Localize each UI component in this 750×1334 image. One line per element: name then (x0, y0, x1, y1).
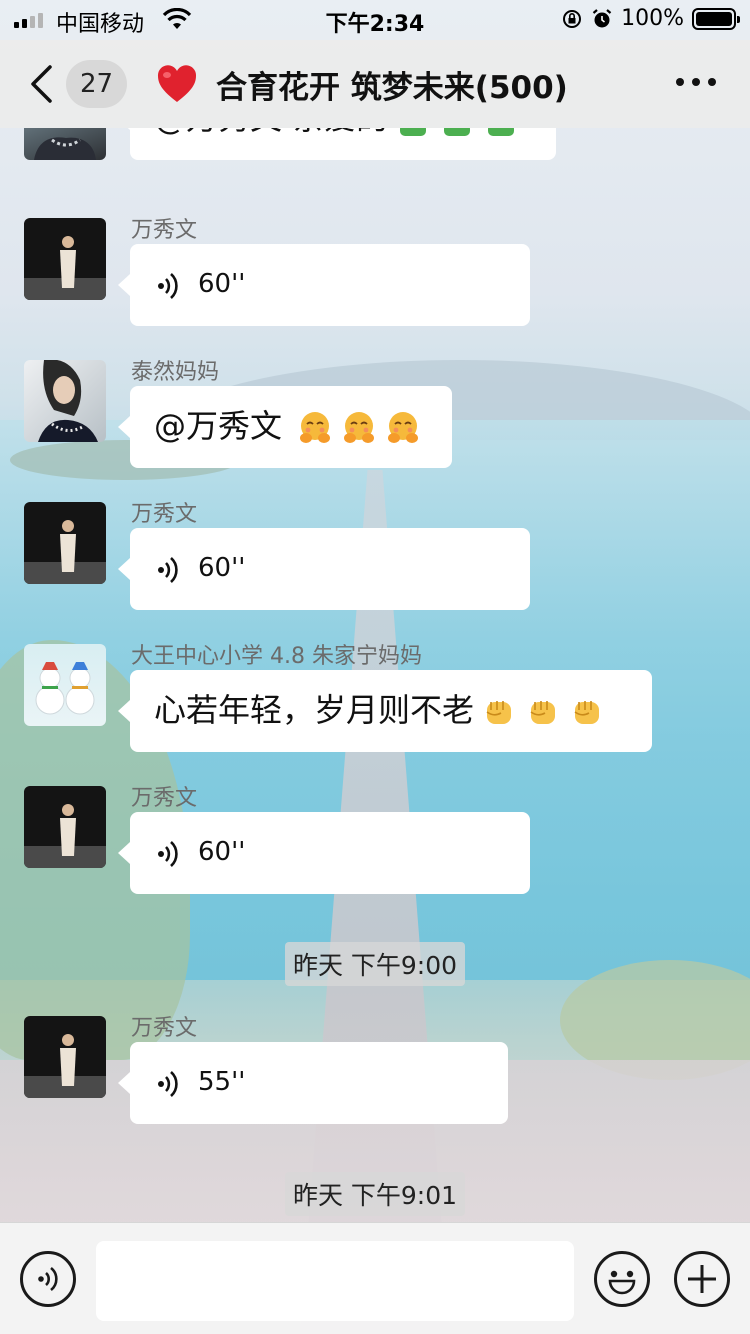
blush-emoji-icon (296, 409, 334, 447)
voice-wave-icon (158, 557, 178, 583)
blush-emoji-icon (340, 409, 378, 447)
more-options-icon[interactable] (676, 78, 716, 86)
voice-wave-icon (158, 273, 178, 299)
hug-emoji-icon (482, 128, 520, 139)
heart-icon (157, 65, 197, 102)
voice-wave-icon (158, 1071, 178, 1097)
input-bar (0, 1222, 750, 1334)
sender-name: 万秀文 (131, 786, 198, 811)
message-input[interactable] (96, 1241, 574, 1321)
message-bubble[interactable]: @万秀文 亲爱的 (118, 128, 556, 160)
status-bar: 中国移动 下午2:34 100% (0, 0, 750, 40)
more-functions-button[interactable] (674, 1251, 730, 1307)
hug-emoji-icon (394, 128, 432, 139)
avatar[interactable] (24, 128, 106, 160)
blush-emoji-icon (384, 409, 422, 447)
emoji-button[interactable] (594, 1251, 650, 1307)
message-text: @万秀文 (154, 407, 283, 445)
fist-emoji-icon (480, 693, 518, 731)
timestamp-label: 昨天 下午9:01 (284, 1172, 466, 1216)
voice-mode-button[interactable] (20, 1251, 76, 1307)
battery-icon (692, 7, 740, 30)
voice-message-bubble[interactable]: 60'' (118, 812, 530, 894)
voice-message-bubble[interactable]: 55'' (118, 1042, 508, 1124)
voice-duration: 55'' (198, 1067, 246, 1097)
unread-count-badge[interactable]: 27 (66, 60, 128, 108)
voice-wave-icon (158, 841, 178, 867)
avatar[interactable] (24, 360, 106, 442)
sender-name: 万秀文 (131, 218, 198, 243)
fist-emoji-icon (568, 693, 606, 731)
voice-duration: 60'' (198, 553, 246, 583)
voice-mode-icon (38, 1266, 58, 1292)
plus-icon (688, 1265, 716, 1293)
hug-emoji-icon (438, 128, 476, 139)
voice-duration: 60'' (198, 269, 246, 299)
avatar[interactable] (24, 644, 106, 726)
fist-emoji-icon (524, 693, 562, 731)
message-bubble[interactable]: @万秀文 (118, 386, 452, 468)
voice-message-bubble[interactable]: 60'' (118, 244, 530, 326)
voice-message-bubble[interactable]: 60'' (118, 528, 530, 610)
smiley-icon (608, 1270, 636, 1295)
sender-name: 泰然妈妈 (131, 360, 220, 385)
back-chevron-icon[interactable] (28, 64, 54, 104)
message-text: 心若年轻，岁月则不老 (154, 691, 475, 729)
sender-name: 万秀文 (131, 502, 198, 527)
chat-title: 合育花开 筑梦未来(500) (216, 70, 568, 106)
timestamp-label: 昨天 下午9:00 (284, 942, 466, 986)
message-bubble[interactable]: 心若年轻，岁月则不老 (118, 670, 652, 752)
chat-header: 27 合育花开 筑梦未来(500) (0, 40, 750, 128)
avatar[interactable] (24, 502, 106, 584)
sender-name: 大王中心小学 4.8 朱家宁妈妈 (131, 644, 422, 669)
message-list[interactable]: @万秀文 亲爱的 万秀文 60'' 泰然妈妈 @万秀文 万秀文 (0, 128, 750, 1222)
alarm-icon (592, 8, 612, 27)
timestamp: 昨天 下午9:00 (0, 942, 750, 986)
message-text: @万秀文 亲爱的 (154, 128, 388, 137)
timestamp: 昨天 下午9:01 (0, 1172, 750, 1216)
avatar[interactable] (24, 1016, 106, 1098)
battery-percent: 100% (621, 6, 684, 31)
rotation-lock-icon (563, 9, 582, 28)
avatar[interactable] (24, 786, 106, 868)
sender-name: 万秀文 (131, 1016, 198, 1041)
voice-duration: 60'' (198, 837, 246, 867)
avatar[interactable] (24, 218, 106, 300)
